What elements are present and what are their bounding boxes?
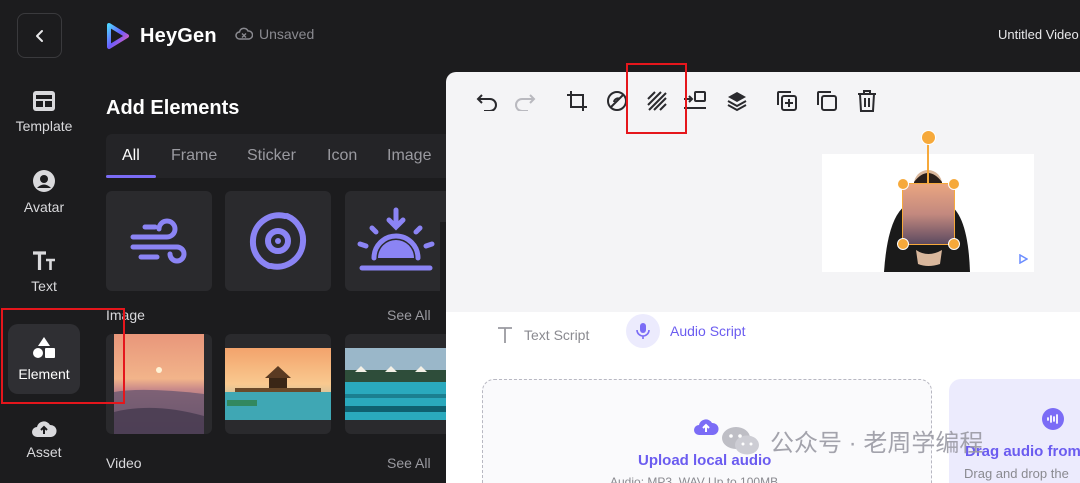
selected-image-element[interactable] [902,183,955,245]
layers-icon [727,92,747,112]
wechat-icon [722,426,759,454]
undo-icon [476,94,497,111]
drag-audio-hint: Drag and drop the [964,466,1069,481]
brand-name: HeyGen [140,24,217,47]
tab-sticker[interactable]: Sticker [247,147,296,165]
resize-handle-top-right[interactable] [948,178,960,190]
watermark-text: 公众号 · 老周学编程 [770,430,984,457]
image-tile-resort-pool[interactable] [345,334,446,434]
image-tile-beach-hut[interactable] [225,334,331,434]
wechat-watermark: 公众号 · 老周学编程 [720,423,983,458]
sidebar-item-avatar[interactable]: Avatar [8,157,80,227]
hurricane-icon [249,212,307,270]
beach-hut-image [225,348,331,420]
tab-frame[interactable]: Frame [171,147,217,165]
sidebar-rail: Template Avatar Text Element Asset [0,72,88,483]
sunset-icon [357,207,434,271]
video-preview-canvas[interactable] [822,130,1034,272]
crop-icon [567,91,587,111]
no-background-icon [607,91,627,111]
canvas-area [446,72,1080,312]
top-bar: HeyGen Unsaved Untitled Video [0,0,1080,72]
template-icon [33,91,55,111]
text-icon [33,251,55,270]
add-copy-icon [777,91,797,111]
undo-button[interactable] [474,88,500,114]
elements-panel: Add Elements All Frame Sticker Icon Imag… [88,72,446,483]
resort-pool-image [345,348,446,420]
wind-icon [130,218,187,264]
element-tile-sunset[interactable] [345,191,446,291]
align-button[interactable] [682,88,708,114]
app-root: HeyGen Unsaved Untitled Video Template A… [0,0,1080,483]
watermark-logo-icon [1019,254,1028,264]
sidebar-item-label: Text [31,278,57,294]
duplicate-icon [817,91,837,111]
text-t-icon [498,327,512,343]
tab-all[interactable]: All [122,147,140,165]
audio-script-label: Audio Script [670,323,746,339]
tab-icon[interactable]: Icon [327,147,357,165]
crop-button[interactable] [564,88,590,114]
project-title[interactable]: Untitled Video [998,27,1079,42]
panel-title: Add Elements [106,97,240,119]
add-copy-button[interactable] [774,88,800,114]
layers-button[interactable] [724,88,750,114]
image-tile-sunset-sea[interactable] [106,334,212,434]
cloud-upload-icon [32,421,57,437]
duplicate-button[interactable] [814,88,840,114]
sidebar-item-label: Template [15,118,73,134]
pattern-button[interactable] [644,88,670,114]
sidebar-item-label: Asset [26,444,62,460]
resize-handle-bottom-right[interactable] [948,238,960,250]
element-tabs: All Frame Sticker Icon Image [106,134,446,178]
video-see-all-link[interactable]: See All [387,455,431,471]
save-status: Unsaved [235,26,314,42]
pattern-icon [647,91,667,111]
element-tile-hurricane[interactable] [225,191,331,291]
image-see-all-link[interactable]: See All [387,307,431,323]
avatar-icon [33,170,55,192]
resize-handle-top-left[interactable] [897,178,909,190]
active-tab-indicator [106,175,156,178]
text-script-tab[interactable]: Text Script [496,326,589,344]
sidebar-item-element[interactable]: Element [8,324,80,394]
tab-image[interactable]: Image [387,147,431,165]
microphone-icon [636,323,650,339]
upload-audio-hint: Audio: MP3, WAV Up to 100MB [610,475,779,483]
redo-button[interactable] [512,88,538,114]
audio-script-tab[interactable]: Audio Script [626,314,745,348]
align-icon [684,91,706,109]
cloud-off-icon [235,27,253,40]
rotate-handle[interactable] [921,130,936,145]
sidebar-item-asset[interactable]: Asset [8,404,80,474]
cloud-upload-icon [694,419,719,435]
redo-icon [515,94,536,111]
image-section-label: Image [106,307,145,323]
text-script-label: Text Script [524,327,590,343]
brand-logo[interactable]: HeyGen [103,20,217,52]
chevron-left-icon [35,29,43,42]
sidebar-item-text[interactable]: Text [8,237,80,307]
resize-handle-bottom-left[interactable] [897,238,909,250]
heygen-logo-icon [107,23,129,49]
audio-wave-icon [1042,408,1064,430]
video-section-label: Video [106,455,142,471]
sidebar-item-template[interactable]: Template [8,77,80,147]
save-status-text: Unsaved [259,26,315,42]
delete-icon [858,90,876,112]
shapes-icon [33,337,55,358]
remove-background-button[interactable] [604,88,630,114]
element-tile-wind[interactable] [106,191,212,291]
delete-button[interactable] [854,88,880,114]
sidebar-item-label: Avatar [23,199,65,215]
sidebar-item-label: Element [18,366,70,382]
back-button[interactable] [17,13,62,58]
mic-icon-bubble [626,314,660,348]
sunset-sea-image [114,334,204,434]
